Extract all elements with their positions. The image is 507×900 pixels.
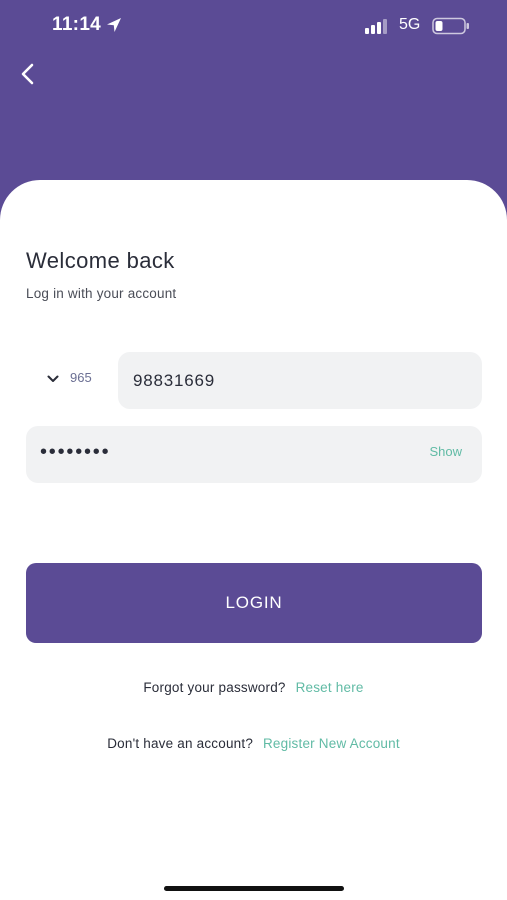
chevron-down-icon (47, 375, 59, 382)
page-title: Welcome back (26, 248, 175, 273)
location-arrow-icon (107, 18, 121, 32)
phone-input[interactable]: 98831669 (118, 352, 482, 409)
network-type: 5G (399, 16, 421, 33)
page-subtitle: Log in with your account (26, 286, 177, 301)
forgot-password-text: Forgot your password? (143, 680, 286, 695)
password-input[interactable]: •••••••• Show (26, 426, 482, 483)
reset-password-link[interactable]: Reset here (296, 680, 364, 695)
login-button[interactable]: LOGIN (26, 563, 482, 643)
register-link[interactable]: Register New Account (263, 736, 400, 751)
country-code-selector[interactable]: 965 (44, 364, 110, 394)
cellular-signal-icon (365, 19, 387, 34)
status-time: 11:14 (52, 14, 102, 35)
register-row: Don't have an account? Register New Acco… (0, 736, 507, 751)
battery-low-icon (432, 17, 469, 35)
chevron-left-icon (21, 63, 34, 85)
forgot-password-row: Forgot your password? Reset here (0, 680, 507, 695)
country-code-value: 965 (70, 370, 92, 385)
password-masked-value: •••••••• (40, 441, 111, 463)
login-card: Welcome back Log in with your account 96… (0, 180, 507, 900)
back-button[interactable] (12, 58, 44, 90)
status-bar: 11:14 5G (0, 0, 507, 50)
no-account-text: Don't have an account? (107, 736, 254, 751)
home-indicator (164, 886, 344, 891)
show-password-toggle[interactable]: Show (429, 444, 462, 459)
